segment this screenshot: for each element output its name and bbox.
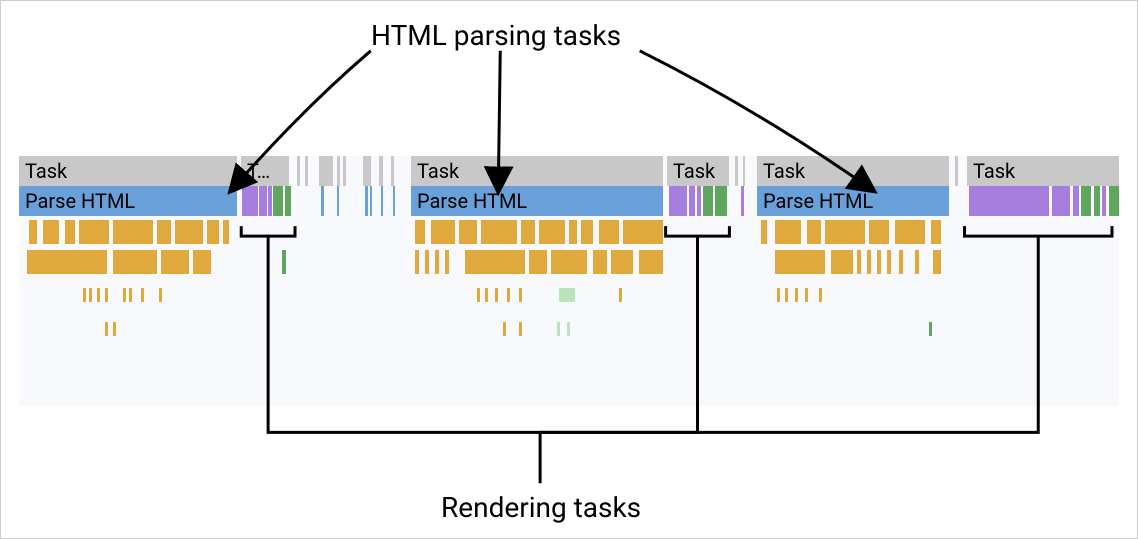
parse-sliver: [321, 186, 324, 216]
parse-html-block: Parse HTML: [757, 186, 949, 216]
render-segment: [697, 186, 701, 216]
timeline-panel: Task T… Task Task Task Task Parse HTML: [19, 156, 1119, 406]
activity-row: [19, 282, 1119, 312]
task-block: Task: [19, 156, 237, 186]
task-sliver: [297, 156, 300, 186]
task-block-truncated: T…: [241, 156, 289, 186]
render-segment: [1073, 186, 1079, 216]
task-sliver: [379, 156, 383, 186]
parse-sliver: [370, 186, 372, 216]
diagram-canvas: HTML parsing tasks Task T… Task Task Tas…: [1, 1, 1137, 538]
parse-sliver: [337, 186, 339, 216]
task-block: Task: [411, 156, 663, 186]
render-segment: [1102, 186, 1106, 216]
render-segment: [268, 186, 272, 216]
task-sliver: [735, 156, 738, 186]
render-segment: [1094, 186, 1100, 216]
render-segment: [1109, 186, 1119, 216]
task-sliver: [363, 156, 371, 186]
render-segment: [669, 186, 687, 216]
task-sliver: [319, 156, 333, 186]
render-segment: [285, 186, 291, 216]
task-sliver: [955, 156, 958, 186]
render-segment: [689, 186, 695, 216]
parse-sliver: [393, 186, 395, 216]
parse-row: Parse HTML Parse HTML Parse HTML: [19, 186, 1119, 216]
task-block: Task: [757, 156, 949, 186]
render-segment: [1081, 186, 1091, 216]
render-segment: [242, 186, 258, 216]
render-segment: [969, 186, 1049, 216]
activity-row: [19, 248, 1119, 278]
task-block: Task: [667, 156, 729, 186]
render-segment: [741, 186, 744, 216]
task-row: Task T… Task Task Task Task: [19, 156, 1119, 186]
parse-html-block: Parse HTML: [411, 186, 663, 216]
label-rendering: Rendering tasks: [441, 491, 641, 524]
parse-sliver: [365, 186, 368, 216]
parse-html-block: Parse HTML: [19, 186, 237, 216]
task-sliver: [337, 156, 340, 186]
render-segment: [259, 186, 267, 216]
render-segment: [273, 186, 283, 216]
label-html-parsing: HTML parsing tasks: [371, 19, 621, 52]
task-sliver: [743, 156, 745, 186]
task-sliver: [305, 156, 308, 186]
activity-row: [19, 218, 1119, 248]
task-sliver: [343, 156, 346, 186]
task-block: Task: [967, 156, 1119, 186]
task-sliver: [391, 156, 394, 186]
render-segment: [715, 186, 727, 216]
parse-sliver: [381, 186, 383, 216]
render-segment: [1052, 186, 1070, 216]
activity-row: [19, 316, 1119, 346]
render-segment: [703, 186, 713, 216]
